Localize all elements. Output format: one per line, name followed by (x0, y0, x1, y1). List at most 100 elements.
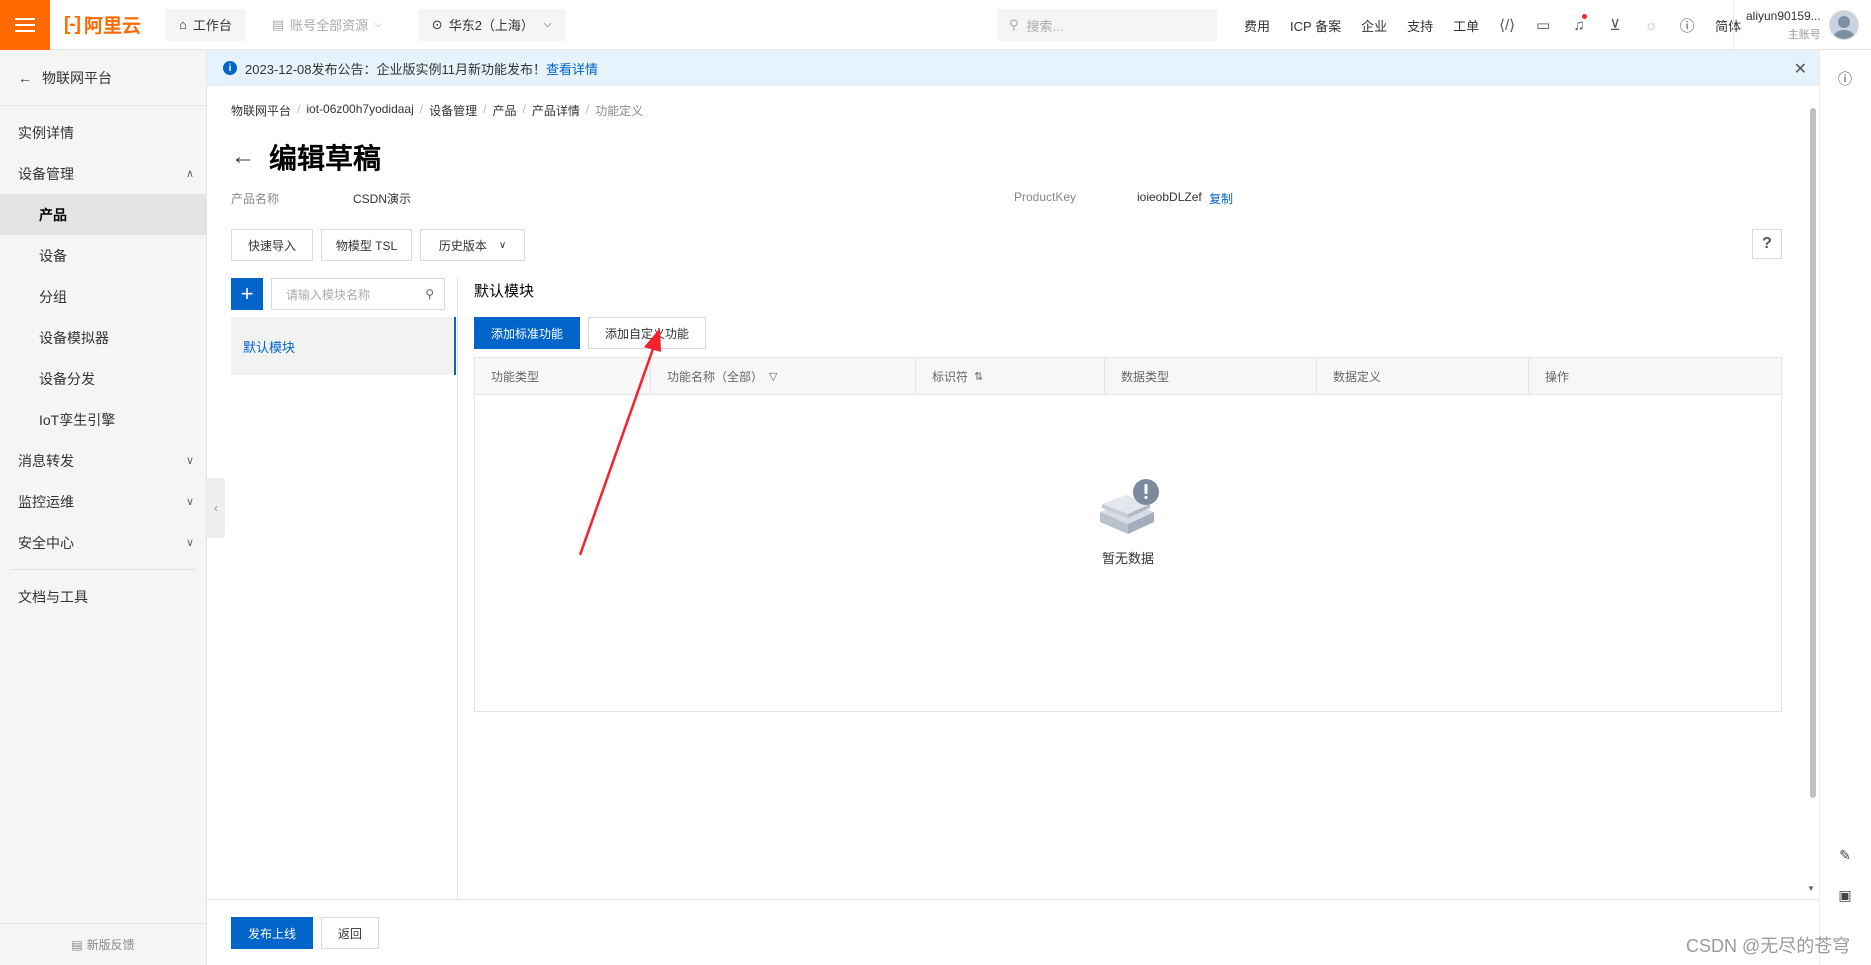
menu-icon[interactable] (0, 0, 50, 50)
column-header-filter[interactable]: 功能名称（全部） ▽ (651, 358, 916, 394)
scroll-down-icon[interactable]: ▼ (1807, 884, 1815, 893)
product-name-value: CSDN演示 (353, 192, 412, 206)
column-header: 操作 (1529, 358, 1781, 394)
tsl-button[interactable]: 物模型 TSL (321, 229, 412, 261)
search-placeholder: 搜索... (1026, 18, 1064, 34)
chevron-up-icon: ∧ (185, 168, 194, 180)
logo[interactable]: [-] 阿里云 (64, 11, 141, 38)
announcement-bar: i 2023-12-08发布公告：企业版实例11月新功能发布！ 查看详情 ✕ (207, 50, 1819, 86)
bell-icon[interactable]: ♫ (1561, 13, 1597, 34)
sidebar-item-group[interactable]: 分组 (0, 276, 206, 317)
sidebar-item-label: 设备管理 (18, 165, 74, 182)
search-icon: ⚲ (1009, 17, 1019, 32)
empty-box-icon (1100, 479, 1159, 534)
feedback-label: 新版反馈 (86, 938, 135, 952)
nav-support[interactable]: 支持 (1397, 16, 1443, 35)
column-header-label: 操作 (1545, 369, 1570, 384)
column-header-label: 功能名称（全部） (667, 369, 764, 384)
nav-enterprise[interactable]: 企业 (1351, 16, 1397, 35)
chevron-down-icon: ⌵ (374, 19, 382, 30)
copy-link[interactable]: 复制 (1209, 190, 1233, 207)
nav-ticket[interactable]: 工单 (1443, 16, 1489, 35)
table-header: 功能类型 功能名称（全部） ▽ 标识符 ⇅ 数据类型 数据定义 操作 (475, 358, 1781, 395)
add-custom-feature-button[interactable]: 添加自定义功能 (588, 317, 706, 349)
resources-selector[interactable]: ▤ 账号全部资源 ⌵ (257, 8, 396, 41)
filter-icon[interactable]: ▽ (769, 370, 777, 383)
feedback-icon: ▤ (71, 937, 83, 952)
code-icon[interactable]: ⟨/⟩ (1489, 16, 1525, 34)
right-rail: ⓘ ✎ ▣ (1819, 50, 1871, 965)
global-search-input[interactable]: ⚲ 搜索... (997, 9, 1217, 41)
page-title: 编辑草稿 (269, 143, 382, 174)
add-custom-label: 添加自定义功能 (604, 326, 689, 341)
sidebar-item-message-forward[interactable]: 消息转发 ∨ (0, 440, 206, 481)
sidebar-collapse-handle[interactable]: ‹ (207, 478, 225, 538)
top-nav: 费用 ICP 备案 企业 支持 工单 ⟨/⟩ ▭ ♫ ⊻ ☼ ⓘ 简体 (1234, 0, 1751, 50)
breadcrumb-item[interactable]: iot-06z00h7yodidaaj (306, 102, 413, 119)
sidebar-back-button[interactable]: ← 物联网平台 (0, 50, 206, 106)
column-header-sort[interactable]: 标识符 ⇅ (916, 358, 1105, 394)
column-header-label: 功能类型 (491, 369, 540, 384)
sidebar-item-security[interactable]: 安全中心 ∨ (0, 522, 206, 563)
announcement-link[interactable]: 查看详情 (546, 59, 598, 78)
top-bar: [-] 阿里云 ⌂ 工作台 ▤ 账号全部资源 ⌵ ⊙ 华东2（上海） ⌵ ⚲ 搜… (0, 0, 1871, 50)
sidebar-item-device[interactable]: 设备 (0, 235, 206, 276)
region-selector[interactable]: ⊙ 华东2（上海） ⌵ (417, 8, 566, 41)
feedback-button[interactable]: ▤ 新版反馈 (0, 923, 206, 965)
terminal-icon[interactable]: ▭ (1525, 16, 1561, 34)
breadcrumb-item[interactable]: 物联网平台 (231, 102, 291, 119)
nav-billing[interactable]: 费用 (1234, 16, 1280, 35)
sidebar-item-device-management[interactable]: 设备管理 ∧ (0, 153, 206, 194)
avatar[interactable] (1828, 10, 1859, 40)
back-arrow-icon[interactable]: ← (231, 143, 255, 171)
breadcrumb-item[interactable]: 设备管理 (429, 102, 477, 119)
module-item-default[interactable]: 默认模块 (231, 317, 456, 375)
sidebar-item-docs[interactable]: 文档与工具 (0, 576, 206, 617)
module-search-input[interactable]: 请输入模块名称 ⚲ (271, 278, 445, 310)
breadcrumb-item[interactable]: 产品 (492, 102, 516, 119)
nav-icp[interactable]: ICP 备案 (1280, 16, 1351, 35)
sidebar-item-instance-detail[interactable]: 实例详情 (0, 112, 206, 153)
cart-icon[interactable]: ⊻ (1597, 16, 1633, 34)
edit-icon[interactable]: ✎ (1834, 844, 1856, 866)
home-icon: ⌂ (179, 17, 187, 32)
history-version-button[interactable]: 历史版本 ∨ (420, 229, 525, 261)
publish-button[interactable]: 发布上线 (231, 917, 313, 949)
aliyun-logo-icon: [-] (64, 13, 81, 35)
column-header-label: 数据定义 (1333, 369, 1382, 384)
workbench-button[interactable]: ⌂ 工作台 (165, 8, 246, 41)
breadcrumb-item[interactable]: 产品详情 (532, 102, 580, 119)
help-button[interactable]: ? (1752, 229, 1782, 259)
add-standard-feature-button[interactable]: 添加标准功能 (474, 317, 580, 349)
add-module-button[interactable]: + (231, 278, 263, 310)
user-menu[interactable]: aliyun90159... 主账号 (1733, 0, 1859, 50)
chevron-down-icon: ∨ (185, 496, 194, 508)
sidebar-item-distribution[interactable]: 设备分发 (0, 358, 206, 399)
plus-icon: + (240, 281, 254, 306)
sidebar-item-label: IoT孪生引擎 (39, 411, 116, 428)
sidebar-item-product[interactable]: 产品 (0, 194, 206, 235)
close-icon[interactable]: ✕ (1794, 59, 1807, 79)
user-name: aliyun90159... (1746, 8, 1821, 23)
sidebar-item-label: 设备模拟器 (39, 329, 109, 346)
quick-import-button[interactable]: 快速导入 (231, 229, 313, 261)
chat-icon[interactable]: ▣ (1834, 884, 1856, 906)
sidebar-item-simulator[interactable]: 设备模拟器 (0, 317, 206, 358)
help-icon[interactable]: ⓘ (1669, 15, 1705, 36)
bulb-icon[interactable]: ☼ (1633, 17, 1669, 34)
return-label: 返回 (337, 926, 362, 941)
sidebar-item-label: 实例详情 (18, 124, 74, 141)
sort-icon[interactable]: ⇅ (974, 370, 983, 383)
watermark-text: CSDN @无尽的苍穹 (1686, 936, 1851, 956)
sidebar-item-label: 文档与工具 (18, 588, 88, 605)
help-circle-icon[interactable]: ⓘ (1834, 68, 1856, 90)
sidebar-item-twin-engine[interactable]: IoT孪生引擎 (0, 399, 206, 440)
return-button[interactable]: 返回 (321, 917, 379, 949)
sidebar-item-monitoring[interactable]: 监控运维 ∨ (0, 481, 206, 522)
breadcrumb-current: 功能定义 (595, 104, 644, 118)
vertical-scrollbar[interactable] (1810, 108, 1816, 798)
sidebar-item-label: 设备分发 (39, 370, 95, 387)
search-icon: ⚲ (425, 287, 434, 301)
column-header: 数据定义 (1317, 358, 1529, 394)
arrow-left-icon: ← (18, 69, 32, 86)
